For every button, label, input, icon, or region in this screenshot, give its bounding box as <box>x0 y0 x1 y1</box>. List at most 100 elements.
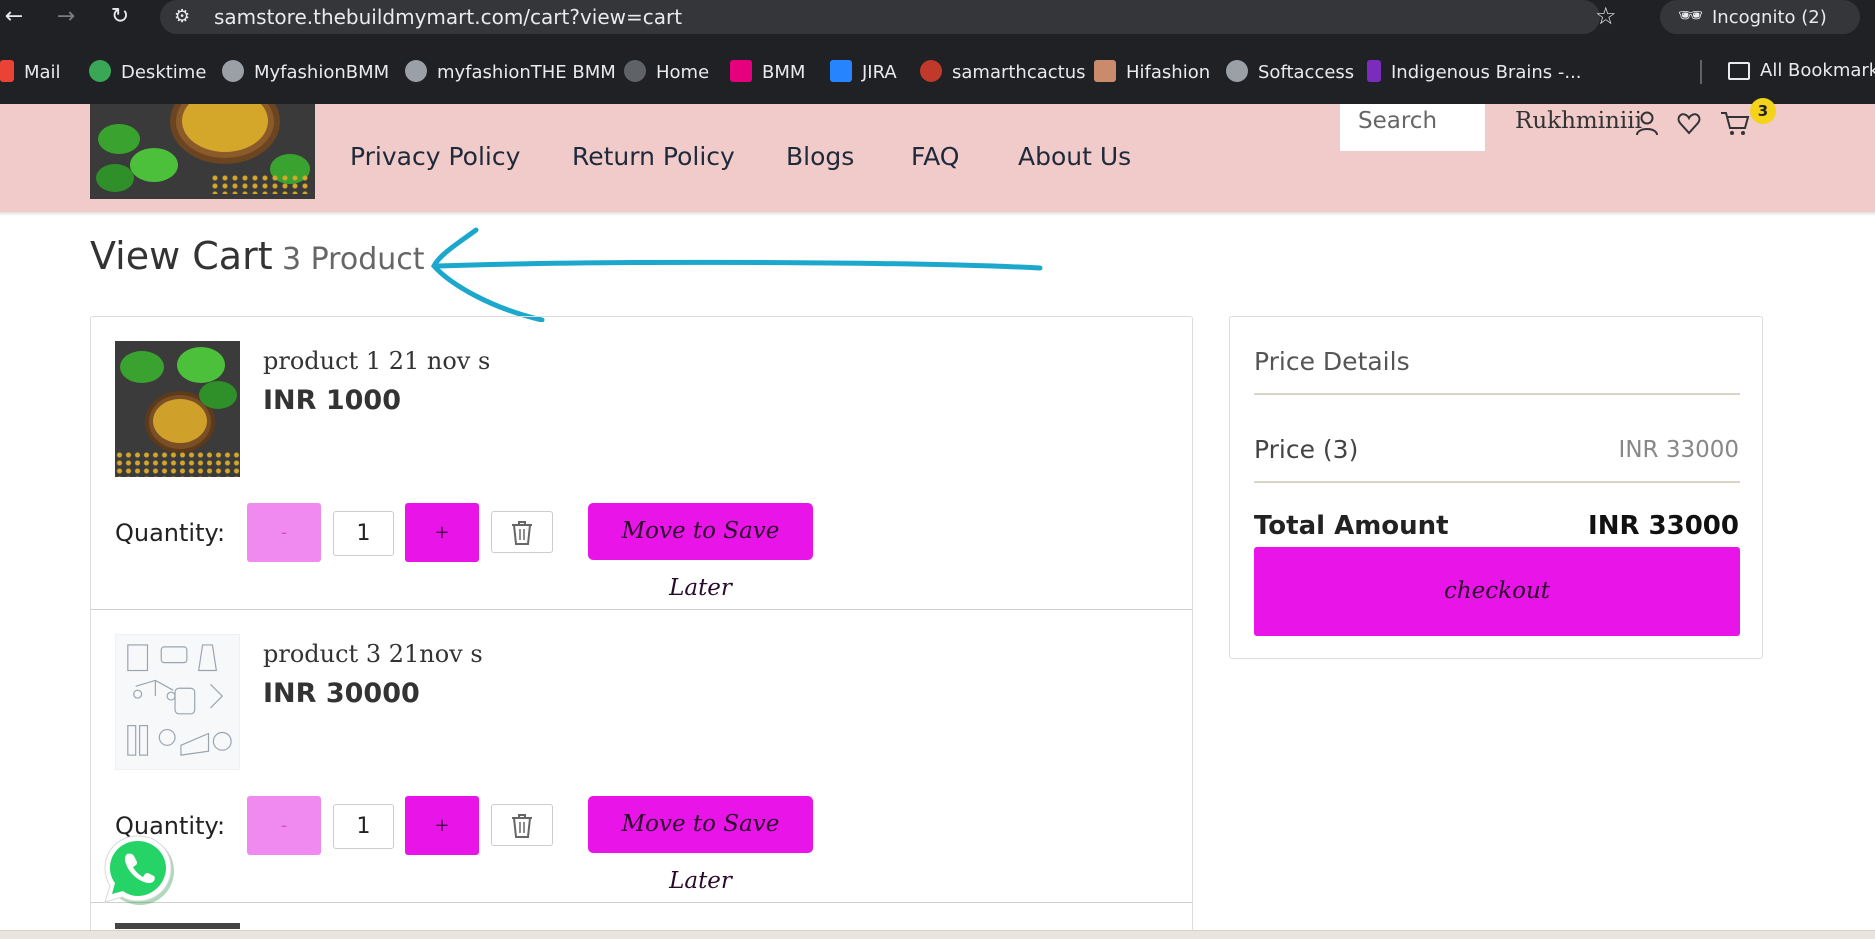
product-name[interactable]: product 3 21nov s <box>263 640 483 668</box>
nav-return-policy[interactable]: Return Policy <box>572 142 735 172</box>
cart-item: product 3 21nov s INR 30000 Quantity: - … <box>91 610 1192 903</box>
total-amount-value: INR 33000 <box>1588 511 1739 541</box>
quantity-decrease-button[interactable]: - <box>247 796 321 855</box>
product-sketch-placeholder <box>127 644 232 756</box>
folder-icon <box>1728 62 1750 80</box>
bmm-icon <box>730 60 752 82</box>
site-info-icon[interactable]: ⚙ <box>174 4 190 30</box>
bookmarks-bar: Mail Desktime MyfashionBMM myfashionTHE … <box>0 34 1875 104</box>
move-to-save-later-button[interactable]: Move to Save Later <box>588 796 813 894</box>
globe-icon <box>405 60 427 82</box>
delete-item-button[interactable] <box>491 804 553 846</box>
bookmark-myfashionthebmm[interactable]: myfashionTHE BMM <box>405 60 616 83</box>
price-details-title: Price Details <box>1254 347 1410 376</box>
site-logo[interactable] <box>90 104 315 199</box>
globe-icon <box>624 60 646 82</box>
back-icon[interactable]: ← <box>0 4 28 30</box>
product-name[interactable]: product 1 21 nov s <box>263 347 490 375</box>
reload-icon[interactable]: ↻ <box>106 4 134 30</box>
quantity-increase-button[interactable]: + <box>405 503 479 562</box>
bookmark-softaccess[interactable]: Softaccess <box>1226 60 1355 83</box>
nav-privacy-policy[interactable]: Privacy Policy <box>350 142 520 172</box>
product-price: INR 30000 <box>263 678 420 709</box>
incognito-icon: 🕶 <box>1678 3 1704 27</box>
forward-icon[interactable]: → <box>52 4 80 30</box>
mail-icon <box>0 60 14 82</box>
bookmark-star-icon[interactable]: ☆ <box>1595 2 1617 30</box>
logo-seed-dots <box>210 174 310 194</box>
trash-icon <box>512 521 532 545</box>
bookmark-samarthcactus[interactable]: samarthcactus <box>920 60 1086 83</box>
bookmark-label: MyfashionBMM <box>254 62 390 83</box>
bookmark-mail[interactable]: Mail <box>0 60 61 83</box>
total-amount-label: Total Amount <box>1254 511 1449 541</box>
desktime-icon <box>89 60 111 82</box>
quantity-increase-button[interactable]: + <box>405 796 479 855</box>
heart-icon[interactable] <box>1676 110 1702 136</box>
nav-blogs[interactable]: Blogs <box>786 142 854 172</box>
whatsapp-icon[interactable] <box>100 830 178 908</box>
divider <box>1254 393 1740 395</box>
address-bar[interactable]: ⚙ samstore.thebuildmymart.com/cart?view=… <box>160 0 1600 34</box>
quantity-input[interactable]: 1 <box>333 804 394 849</box>
price-value: INR 33000 <box>1618 437 1739 463</box>
bookmark-jira[interactable]: JIRA <box>830 60 897 83</box>
delete-item-button[interactable] <box>491 511 553 553</box>
nav-about-us[interactable]: About Us <box>1018 142 1131 172</box>
incognito-badge[interactable]: 🕶 Incognito (2) <box>1660 0 1860 34</box>
divider <box>1254 481 1740 483</box>
bookmark-hifashion[interactable]: Hifashion <box>1094 60 1211 83</box>
url-text[interactable]: samstore.thebuildmymart.com/cart?view=ca… <box>214 6 682 28</box>
bookmark-label: JIRA <box>862 62 897 83</box>
product-image[interactable] <box>115 634 240 770</box>
bookmark-desktime[interactable]: Desktime <box>89 60 207 83</box>
logo-leaf <box>96 164 134 192</box>
price-details-panel: Price Details Price (3) INR 33000 Total … <box>1229 316 1763 659</box>
search-input[interactable]: Search <box>1340 104 1485 151</box>
nav-faq[interactable]: FAQ <box>911 142 959 172</box>
bookmarks-divider <box>1700 60 1702 84</box>
indigenous-brains-icon <box>1367 60 1381 82</box>
header-shadow <box>0 212 1875 216</box>
bookmark-label: myfashionTHE BMM <box>437 62 616 83</box>
annotation-arrow <box>431 227 1043 322</box>
bookmark-label: Desktime <box>121 62 207 83</box>
product-image[interactable] <box>115 341 240 477</box>
product-seeds <box>153 399 207 443</box>
bookmark-bmm[interactable]: BMM <box>730 60 806 83</box>
bottom-edge <box>0 930 1875 939</box>
cart-item: product 1 21 nov s INR 1000 Quantity: - … <box>91 317 1192 610</box>
product-count: 3 Product <box>282 242 425 277</box>
globe-icon <box>222 60 244 82</box>
logo-leaf <box>130 148 178 182</box>
product-leaf <box>120 351 164 383</box>
bookmark-label: BMM <box>762 62 806 83</box>
bookmark-indigenous-brains[interactable]: Indigenous Brains -... <box>1367 60 1582 83</box>
page-title: View Cart <box>90 234 273 278</box>
bookmark-label: Softaccess <box>1258 62 1355 83</box>
all-bookmarks[interactable]: All Bookmarks <box>1728 60 1875 82</box>
product-seed-dots <box>115 451 240 477</box>
cart-icon[interactable] <box>1720 110 1750 136</box>
browser-toolbar: ← → ↻ ⚙ samstore.thebuildmymart.com/cart… <box>0 0 1875 34</box>
product-leaf <box>199 381 237 409</box>
quantity-input[interactable]: 1 <box>333 511 394 556</box>
bookmark-home[interactable]: Home <box>624 60 710 83</box>
user-name[interactable]: Rukhminiii <box>1515 108 1642 134</box>
trash-icon <box>512 814 532 838</box>
bookmark-label: Home <box>656 62 710 83</box>
checkout-button[interactable]: checkout <box>1254 547 1740 636</box>
logo-leaf <box>98 124 140 154</box>
cart-items-panel: product 1 21 nov s INR 1000 Quantity: - … <box>90 316 1193 939</box>
move-to-save-later-button[interactable]: Move to Save Later <box>588 503 813 601</box>
quantity-decrease-button[interactable]: - <box>247 503 321 562</box>
bookmark-myfashionbmm[interactable]: MyfashionBMM <box>222 60 390 83</box>
cactus-icon <box>920 60 942 82</box>
globe-icon <box>1226 60 1248 82</box>
jira-icon <box>830 60 852 82</box>
product-leaf <box>177 347 225 383</box>
bookmark-label: samarthcactus <box>952 62 1086 83</box>
bookmark-label: Indigenous Brains -... <box>1391 62 1582 83</box>
user-icon[interactable] <box>1634 110 1660 136</box>
bookmark-label: Hifashion <box>1126 62 1211 83</box>
